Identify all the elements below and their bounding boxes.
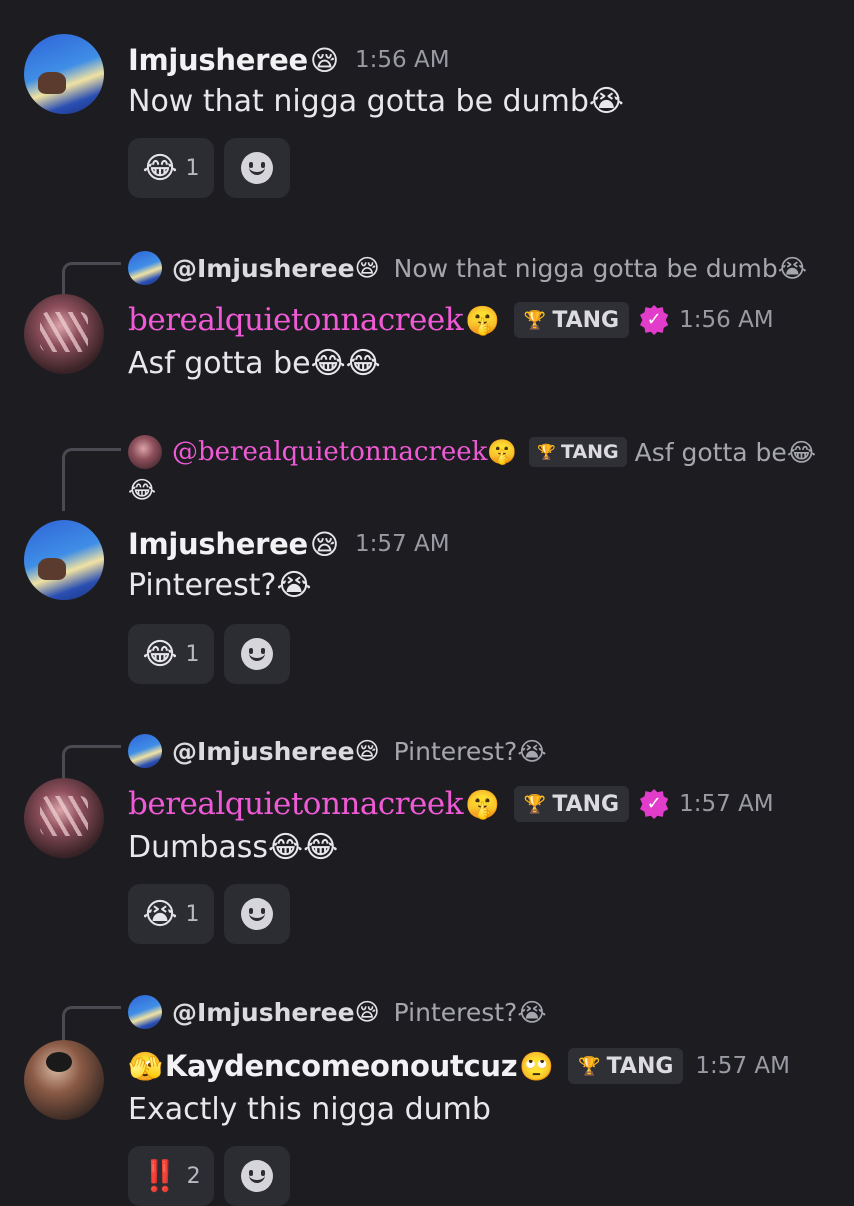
reply-connector <box>62 448 121 511</box>
reactions: 😂 1 <box>128 624 290 684</box>
timestamp: 1:57 AM <box>355 531 450 557</box>
author-name[interactable]: Imjusheree <box>128 43 308 77</box>
reaction-button[interactable]: 😭 1 <box>128 884 214 944</box>
reply-author[interactable]: @berealquietonnacreek <box>172 437 487 467</box>
message-text: Asf gotta be😂😂 <box>128 346 381 381</box>
add-reaction-button[interactable] <box>224 1146 290 1206</box>
author-emoji: 😪 <box>309 43 340 77</box>
trophy-icon: 🏆 <box>537 443 556 461</box>
reaction-emoji: 😂 <box>142 636 178 672</box>
message-emoji: 😂😂 <box>268 830 339 865</box>
add-reaction-smile-icon <box>241 1160 273 1192</box>
author-prefix-emoji: 🫣 <box>128 1049 163 1083</box>
reply-author[interactable]: @Imjusheree <box>172 998 355 1027</box>
reply-author-emoji: 😪 <box>354 254 380 282</box>
add-reaction-smile-icon <box>241 898 273 930</box>
reply-author-emoji: 😪 <box>354 998 380 1026</box>
author-name[interactable]: Imjusheree <box>128 527 308 561</box>
reaction-button[interactable]: ‼️ 2 <box>128 1146 214 1206</box>
reply-author[interactable]: @Imjusheree <box>172 254 355 283</box>
message-header: 🫣 Kaydencomeonoutcuz 🙄 🏆 TANG 1:57 AM <box>128 1046 790 1086</box>
reply-connector <box>62 745 121 780</box>
reply-text: Pinterest?😭 <box>393 736 547 766</box>
reply-avatar <box>128 734 162 768</box>
message-text: Exactly this nigga dumb <box>128 1092 491 1127</box>
timestamp: 1:57 AM <box>679 791 774 817</box>
trophy-icon: 🏆 <box>523 309 547 331</box>
timestamp: 1:56 AM <box>679 307 774 333</box>
message-header: berealquietonnacreek 🤫 🏆 TANG ✓ 1:57 AM <box>128 784 774 824</box>
verified-badge-icon: ✓ <box>639 789 669 819</box>
reply-avatar <box>128 435 162 469</box>
reply-author-emoji: 😪 <box>354 737 380 765</box>
reply-connector <box>62 262 121 295</box>
reply-connector <box>62 1006 121 1041</box>
author-emoji: 🤫 <box>465 303 500 337</box>
reply-content: @Imjusheree 😪 Pinterest?😭 <box>128 992 547 1032</box>
reply-text: Asf gotta be😂 <box>634 437 817 467</box>
message-text: Now that nigga gotta be dumb😭 <box>128 84 624 119</box>
trophy-icon: 🏆 <box>578 1055 601 1077</box>
add-reaction-button[interactable] <box>224 138 290 198</box>
reply-content-line2: 😂 <box>128 476 157 504</box>
reply-text: Now that nigga gotta be dumb😭 <box>393 253 807 283</box>
add-reaction-smile-icon <box>241 152 273 184</box>
reaction-count: 1 <box>185 901 200 927</box>
role-badge[interactable]: 🏆 TANG <box>568 1048 684 1084</box>
reply-text: Pinterest?😭 <box>393 997 547 1027</box>
add-reaction-button[interactable] <box>224 624 290 684</box>
add-reaction-smile-icon <box>241 638 273 670</box>
avatar[interactable] <box>24 294 104 374</box>
avatar[interactable] <box>24 778 104 858</box>
reaction-count: 1 <box>185 641 200 667</box>
author-emoji: 🤫 <box>465 787 500 821</box>
reactions: 😭 1 <box>128 884 290 944</box>
reaction-emoji: ‼️ <box>141 1158 179 1194</box>
reply-author-emoji: 🤫 <box>487 438 518 466</box>
reaction-count: 1 <box>185 155 200 181</box>
reply-role-badge: 🏆 TANG <box>529 437 627 467</box>
message-text: Pinterest?😭 <box>128 568 312 603</box>
reply-avatar <box>128 995 162 1029</box>
author-name[interactable]: Kaydencomeonoutcuz <box>165 1049 518 1083</box>
reaction-emoji: 😭 <box>142 896 178 932</box>
role-badge[interactable]: 🏆 TANG <box>513 786 630 822</box>
reaction-button[interactable]: 😂 1 <box>128 138 214 198</box>
avatar[interactable] <box>24 34 104 114</box>
timestamp: 1:57 AM <box>695 1053 790 1079</box>
author-name[interactable]: berealquietonnacreek <box>128 302 464 338</box>
add-reaction-button[interactable] <box>224 884 290 944</box>
reply-content: @berealquietonnacreek 🤫 🏆 TANG Asf gotta … <box>128 432 816 472</box>
reply-content: @Imjusheree 😪 Now that nigga gotta be du… <box>128 248 807 288</box>
reply-content: @Imjusheree 😪 Pinterest?😭 <box>128 731 547 771</box>
author-emoji: 😪 <box>309 527 340 561</box>
reaction-count: 2 <box>186 1163 201 1189</box>
message-emoji: 😭 <box>588 84 624 119</box>
message-emoji: 😂😂 <box>310 346 381 381</box>
reply-avatar <box>128 251 162 285</box>
timestamp: 1:56 AM <box>355 47 450 73</box>
message-emoji: 😭 <box>276 568 312 603</box>
message-header: Imjusheree 😪 1:56 AM <box>128 40 450 80</box>
reactions: ‼️ 2 <box>128 1146 290 1206</box>
reaction-button[interactable]: 😂 1 <box>128 624 214 684</box>
message-header: Imjusheree 😪 1:57 AM <box>128 524 450 564</box>
message-header: berealquietonnacreek 🤫 🏆 TANG ✓ 1:56 AM <box>128 300 774 340</box>
avatar[interactable] <box>24 520 104 600</box>
verified-badge-icon: ✓ <box>639 305 669 335</box>
reactions: 😂 1 <box>128 138 290 198</box>
message-text: Dumbass😂😂 <box>128 830 339 865</box>
trophy-icon: 🏆 <box>523 793 547 815</box>
avatar[interactable] <box>24 1040 104 1120</box>
reply-author[interactable]: @Imjusheree <box>172 737 355 766</box>
author-emoji: 🙄 <box>519 1049 555 1083</box>
reaction-emoji: 😂 <box>142 150 178 186</box>
role-badge[interactable]: 🏆 TANG <box>513 302 630 338</box>
author-name[interactable]: berealquietonnacreek <box>128 786 464 822</box>
